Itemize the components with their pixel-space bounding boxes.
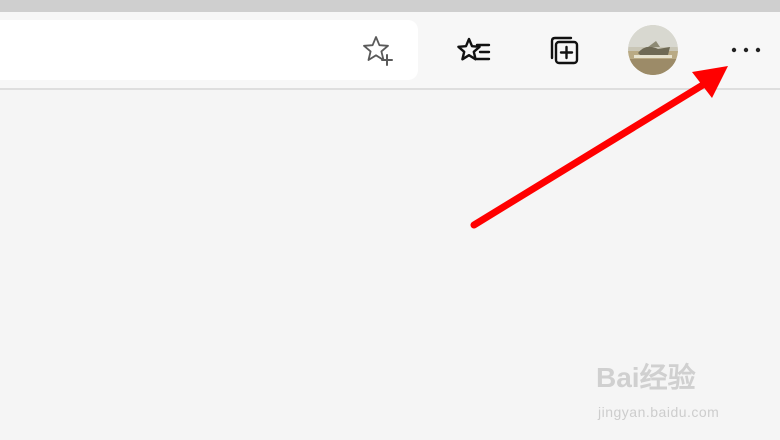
watermark-url: jingyan.baidu.com xyxy=(598,404,720,420)
favorites-button[interactable] xyxy=(454,30,496,72)
star-plus-icon xyxy=(363,36,393,66)
more-options-icon xyxy=(731,47,761,53)
watermark: Bai经验 jingyan.baidu.com xyxy=(596,356,746,428)
settings-more-button[interactable] xyxy=(724,32,768,68)
browser-window: Bai经验 jingyan.baidu.com xyxy=(0,0,780,440)
address-bar[interactable] xyxy=(0,20,418,80)
profile-avatar[interactable] xyxy=(628,25,678,75)
add-favorite-button[interactable] xyxy=(358,31,398,71)
title-bar xyxy=(0,0,780,12)
watermark-brand: Bai经验 xyxy=(596,362,696,393)
collections-button[interactable] xyxy=(544,30,586,72)
profile-photo xyxy=(628,25,678,75)
favorites-list-icon xyxy=(457,37,491,61)
collections-icon xyxy=(550,36,579,65)
